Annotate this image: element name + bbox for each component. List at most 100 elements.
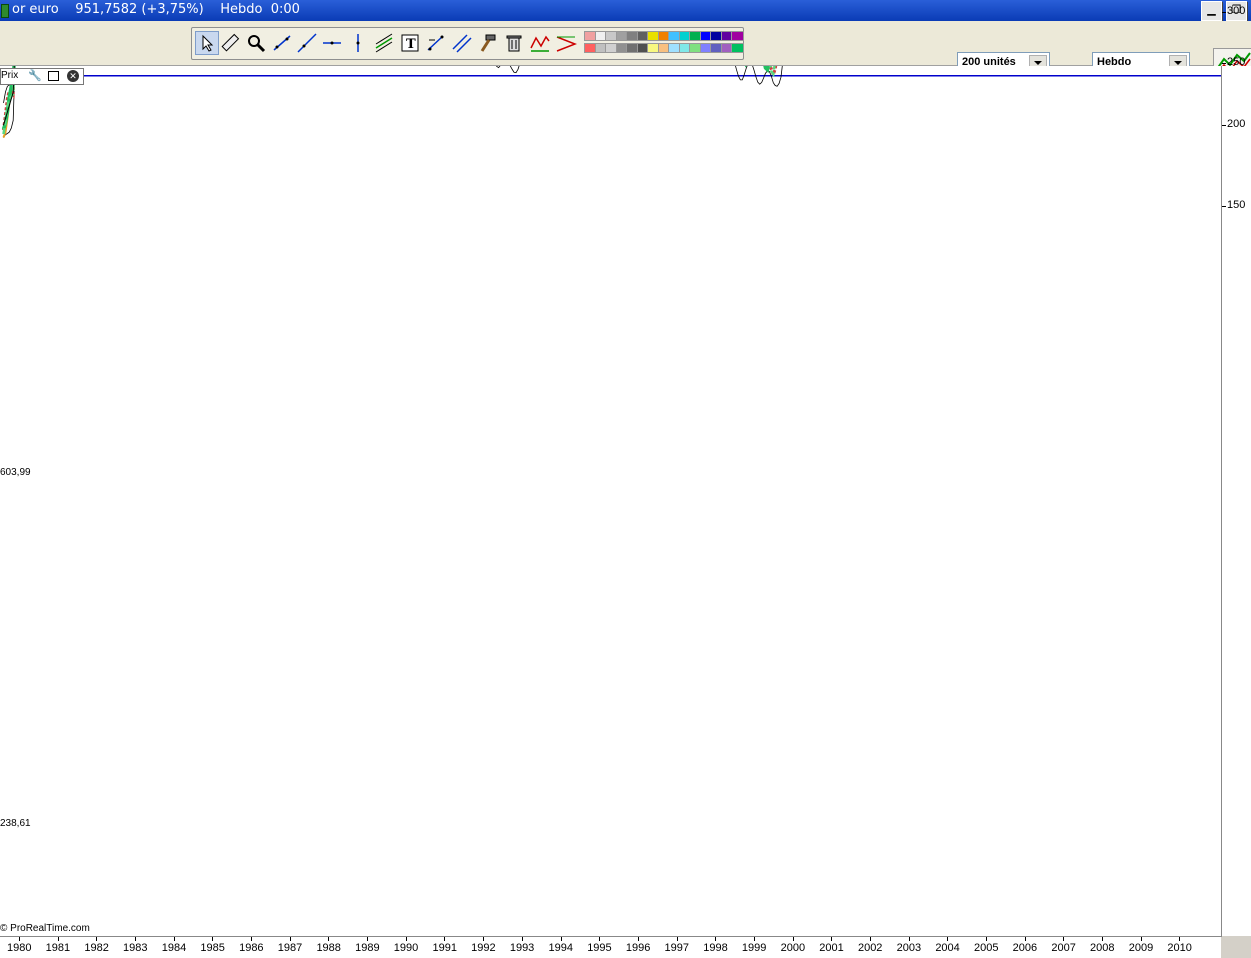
y-tick-label: 200 (1227, 118, 1246, 131)
x-tick (1024, 937, 1026, 941)
x-tick (212, 937, 214, 941)
x-tick-label: 1986 (239, 942, 264, 954)
y-tick (1222, 62, 1226, 64)
x-tick (405, 937, 407, 941)
x-tick-label: 2004 (935, 942, 960, 954)
x-tick (173, 937, 175, 941)
x-tick-label: 2001 (819, 942, 844, 954)
hammer-icon[interactable] (477, 32, 499, 54)
x-tick-label: 1981 (45, 942, 71, 954)
upper-envelope-line (3, 0, 829, 103)
x-tick-label: 1991 (432, 942, 457, 954)
x-tick (57, 937, 59, 941)
line-icon[interactable] (271, 32, 293, 54)
x-tick-label: 2006 (1012, 942, 1038, 954)
x-tick-label: 1999 (741, 942, 767, 954)
panel-title: Prix (1, 70, 19, 81)
ma-orange-line (2, 0, 874, 138)
lower-envelope-line (3, 0, 1005, 138)
text-icon[interactable]: T (399, 32, 421, 54)
x-tick-label: 1995 (587, 942, 612, 954)
x-tick-label: 2003 (896, 942, 922, 954)
x-tick-label: 1982 (84, 942, 109, 954)
x-tick (947, 937, 949, 941)
x-tick-label: 2009 (1128, 942, 1154, 954)
horizontal-line-icon[interactable] (321, 32, 343, 54)
x-tick (1179, 937, 1181, 941)
x-tick (251, 937, 253, 941)
y-tick-label: 150 (1227, 199, 1246, 211)
time-axis[interactable]: 1980 1981 1982 1983 1984 1985 1986 1987 1988 1989… (0, 937, 1221, 958)
x-tick (560, 937, 562, 941)
x-tick (831, 937, 833, 941)
x-tick (135, 937, 137, 941)
x-tick (792, 937, 794, 941)
color-swatch[interactable] (731, 31, 744, 41)
color-palette (584, 30, 744, 57)
ray-icon[interactable] (296, 32, 318, 54)
x-tick-label: 2005 (974, 942, 999, 954)
x-tick (289, 937, 291, 941)
x-tick-label: 1997 (664, 942, 690, 954)
x-tick-label: 1985 (200, 942, 225, 954)
price-chart[interactable] (0, 0, 1221, 936)
y-tick-label: 250 (1227, 55, 1246, 68)
pointer-icon[interactable] (195, 31, 219, 55)
parallel-icon[interactable] (451, 32, 473, 54)
x-tick-label: 1987 (277, 942, 303, 954)
x-tick-label: 1998 (703, 942, 728, 954)
channel-icon[interactable] (373, 32, 395, 54)
x-tick-label: 2007 (1051, 942, 1076, 954)
window-title: or euro 951,7582 (+3,75%) Hebdo 0:00 (12, 2, 300, 17)
x-tick (19, 937, 20, 941)
x-tick-label: 1983 (123, 942, 148, 954)
x-tick (676, 937, 678, 941)
svg-text:T: T (406, 37, 416, 52)
window-icon[interactable] (48, 71, 59, 81)
vertical-line-icon[interactable] (347, 32, 369, 54)
x-tick (483, 937, 485, 941)
x-tick-label: 1993 (509, 942, 535, 954)
tool-group: T (191, 27, 744, 60)
x-tick (1063, 937, 1065, 941)
x-tick (869, 937, 871, 941)
wrench-icon[interactable]: 🔧 (28, 69, 42, 82)
x-tick-label: 2002 (857, 942, 883, 954)
drawing-toolbar: T 200 unités Hebdo (0, 21, 1251, 78)
x-tick (521, 937, 523, 941)
x-tick-label: 1992 (471, 942, 496, 954)
hline-bottom-label: 238,61 (0, 818, 31, 829)
x-tick-label: 1996 (625, 942, 651, 954)
x-tick (715, 937, 717, 941)
fibonacci-icon[interactable] (425, 32, 447, 54)
x-tick (908, 937, 910, 941)
price-axis[interactable]: 1 00090080070055050045040035030025020015… (1222, 5, 1251, 936)
x-tick-label: 1984 (161, 942, 187, 954)
x-tick-label: 1980 (7, 942, 32, 954)
wave-icon[interactable] (529, 32, 551, 54)
x-tick (1102, 937, 1104, 941)
y-tick (1222, 125, 1226, 127)
x-tick-label: 1989 (355, 942, 380, 954)
color-swatch[interactable] (731, 43, 744, 53)
close-icon[interactable]: ✕ (67, 70, 79, 82)
minimize-button[interactable]: ▁ (1201, 1, 1222, 21)
x-tick (1140, 937, 1142, 941)
x-tick (599, 937, 601, 941)
window-titlebar: or euro 951,7582 (+3,75%) Hebdo 0:00 ▁ ❐ (0, 0, 1251, 21)
x-tick (96, 937, 98, 941)
x-tick (753, 937, 755, 941)
trash-icon[interactable] (503, 32, 525, 54)
price-chart-area[interactable]: 603,99 238,61 (0, 0, 1222, 937)
x-tick-label: 2010 (1167, 942, 1192, 954)
x-tick-label: 2000 (780, 942, 806, 954)
copyright-footer: © ProRealTime.com (0, 923, 90, 934)
zoom-icon[interactable] (245, 32, 267, 54)
y-tick-label: 300 (1227, 4, 1246, 17)
x-tick-label: 1988 (316, 942, 341, 954)
x-tick-label: 2008 (1090, 942, 1115, 954)
ruler-icon[interactable] (219, 32, 241, 54)
hline-top-label: 603,99 (0, 467, 31, 478)
x-tick-label: 1994 (548, 942, 573, 954)
triangle-icon[interactable] (555, 32, 578, 54)
